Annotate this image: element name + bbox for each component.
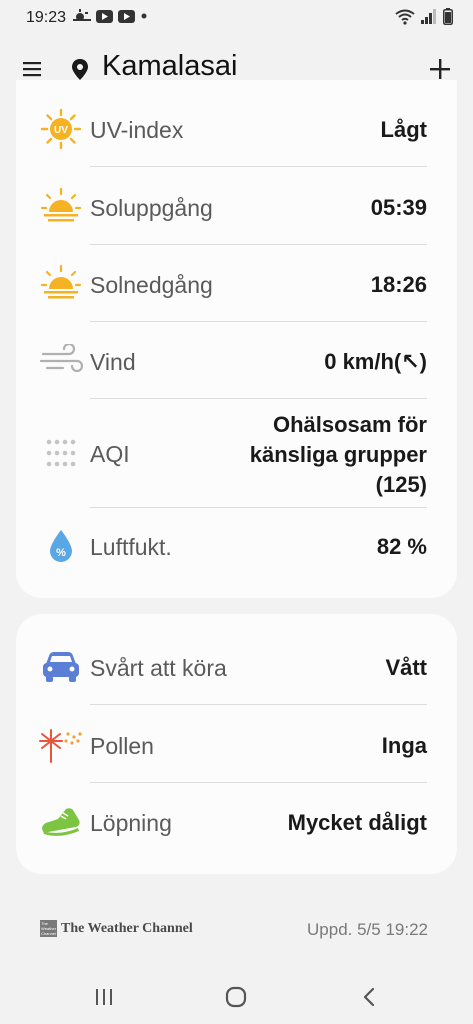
detail-label: Soluppgång (90, 195, 213, 221)
back-icon (363, 987, 375, 1007)
signal-icon (421, 9, 436, 24)
divider (90, 507, 427, 508)
uv-icon: UV (38, 106, 84, 152)
svg-text:UV: UV (54, 125, 68, 136)
home-icon (225, 986, 247, 1008)
detail-value: 0 km/h(↖︎) (324, 349, 427, 374)
youtube-icon (118, 9, 135, 23)
system-nav-bar (0, 964, 473, 1024)
updated-timestamp: Uppd. 5/5 19:22 (307, 920, 428, 939)
divider (90, 321, 427, 322)
pollen-icon (38, 722, 84, 768)
detail-value: 18:26 (370, 272, 427, 297)
provider-name: The Weather Channel (61, 920, 193, 936)
divider (90, 398, 427, 399)
divider (90, 166, 427, 167)
detail-label: UV-index (90, 117, 184, 143)
running-shoe-icon (38, 799, 84, 845)
weather-channel-link[interactable]: The Weather Channel The Weather Channel (40, 920, 193, 937)
status-system-icons (395, 8, 453, 25)
recent-apps-button[interactable] (89, 982, 119, 1012)
detail-label: Luftfukt. (90, 534, 172, 560)
detail-label: Vind (90, 349, 136, 375)
sunrise-icon (38, 184, 84, 230)
activity-row-pollen: Pollen Inga (16, 722, 457, 772)
status-notification-icons (73, 9, 148, 23)
status-bar: 19:23 (0, 0, 473, 36)
humidity-icon: % (38, 523, 84, 569)
wifi-icon (395, 9, 415, 25)
aqi-icon (38, 430, 84, 476)
aqi-line: (125) (375, 472, 427, 497)
back-button[interactable] (354, 982, 384, 1012)
recent-apps-icon (96, 989, 112, 1005)
detail-row-humidity: % Luftfukt. 82 % (16, 523, 457, 573)
dot-icon (141, 13, 147, 19)
status-time: 19:23 (26, 9, 67, 26)
divider (90, 782, 427, 783)
home-button[interactable] (221, 982, 251, 1012)
activity-row-driving: Svårt att köra Vått (16, 644, 457, 694)
city-title[interactable]: Kamalasai (102, 50, 237, 83)
detail-row-sunrise: Soluppgång 05:39 (16, 184, 457, 234)
battery-icon (443, 8, 453, 25)
detail-value: 05:39 (370, 195, 427, 220)
detail-row-wind: Vind 0 km/h(↖︎) (16, 338, 457, 388)
sunset-icon (38, 261, 84, 307)
activity-value: Mycket dåligt (287, 810, 427, 835)
youtube-icon (96, 9, 113, 23)
activity-row-running: Löpning Mycket dåligt (16, 799, 457, 849)
location-pin-icon (72, 59, 88, 80)
detail-row-uv: UV UV-index Lågt (16, 106, 457, 156)
detail-value: 82 % (376, 534, 427, 559)
detail-value: Lågt (380, 117, 427, 142)
svg-text:%: % (56, 547, 66, 559)
activity-label: Pollen (90, 733, 154, 759)
menu-icon[interactable] (20, 56, 46, 82)
detail-value-aqi: Ohälsosam för känsliga grupper (125) (250, 410, 427, 500)
detail-label: AQI (90, 441, 130, 467)
activity-label: Svårt att köra (90, 655, 227, 681)
activity-value: Inga (381, 733, 427, 758)
weather-channel-logo-icon: The Weather Channel (40, 920, 57, 937)
wind-icon (38, 338, 84, 384)
weather-details-card: UV UV-index Lågt Soluppgång 05:39 Solned… (16, 80, 457, 598)
divider (90, 244, 427, 245)
activities-card: Svårt att köra Vått Pollen Inga Löpning … (16, 614, 457, 874)
divider (90, 704, 427, 705)
detail-row-sunset: Solnedgång 18:26 (16, 261, 457, 311)
car-icon (38, 644, 84, 690)
detail-row-aqi: AQI Ohälsosam för känsliga grupper (125) (16, 408, 457, 508)
weather-icon (73, 9, 91, 21)
detail-label: Solnedgång (90, 272, 213, 298)
aqi-line: känsliga grupper (249, 442, 427, 467)
activity-value: Vått (385, 655, 427, 680)
aqi-line: Ohälsosam för (272, 412, 427, 437)
activity-label: Löpning (90, 810, 172, 836)
